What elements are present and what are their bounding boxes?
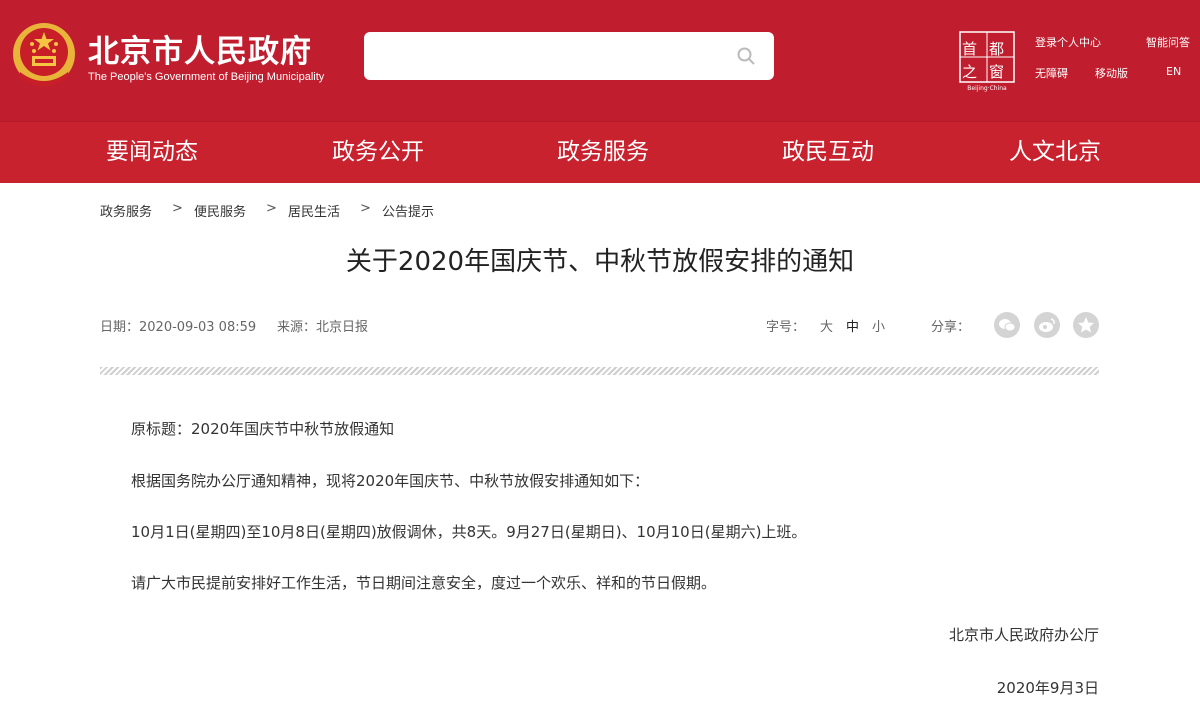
search-icon[interactable] bbox=[736, 46, 756, 66]
site-subtitle: The People's Government of Beijing Munic… bbox=[88, 71, 325, 83]
accessibility-link[interactable]: 无障碍 bbox=[1035, 65, 1068, 81]
mobile-version-link[interactable]: 移动版 bbox=[1095, 65, 1128, 81]
breadcrumb-item[interactable]: 政务服务 bbox=[100, 201, 152, 220]
breadcrumb-separator: > bbox=[172, 201, 183, 216]
paragraph-original-title: 原标题：2020年国庆节中秋节放假通知 bbox=[131, 420, 395, 438]
article-title: 关于2020年国庆节、中秋节放假安排的通知 bbox=[345, 247, 855, 277]
capital-logo-char: 窗 bbox=[989, 63, 1005, 81]
paragraph-intro: 根据国务院办公厅通知精神，现将2020年国庆节、中秋节放假安排通知如下： bbox=[131, 472, 650, 490]
search-input[interactable] bbox=[364, 32, 774, 80]
paragraph-reminder: 请广大市民提前安排好工作生活，节日期间注意安全，度过一个欢乐、祥和的节日假期。 bbox=[131, 574, 717, 592]
paragraph-schedule: 10月1日(星期四)至10月8日(星期四)放假调休，共8天。9月27日(星期日)… bbox=[131, 523, 807, 541]
nav-item-news[interactable]: 要闻动态 bbox=[62, 122, 242, 183]
signature-date: 2020年9月3日 bbox=[996, 679, 1099, 697]
font-size-large-button[interactable]: 大 bbox=[820, 316, 833, 335]
capital-logo-char: 之 bbox=[962, 63, 978, 81]
font-size-medium-button[interactable]: 中 bbox=[846, 316, 859, 335]
login-link[interactable]: 登录个人中心 bbox=[1035, 34, 1101, 50]
breadcrumb-item[interactable]: 公告提示 bbox=[382, 201, 434, 220]
nav-item-gov-affairs[interactable]: 政务公开 bbox=[288, 122, 468, 183]
wechat-icon[interactable] bbox=[994, 312, 1020, 338]
site-title[interactable]: 北京市人民政府 bbox=[88, 26, 312, 71]
breadcrumb-item[interactable]: 便民服务 bbox=[194, 201, 246, 220]
capital-logo-char: 首 bbox=[962, 40, 978, 58]
article-date: 日期：2020-09-03 08:59 bbox=[100, 320, 257, 335]
capital-logo-caption: Beijing·China bbox=[967, 85, 1007, 92]
content-divider bbox=[100, 367, 1099, 375]
breadcrumb-separator: > bbox=[266, 201, 277, 216]
breadcrumb-item[interactable]: 居民生活 bbox=[288, 201, 340, 220]
nav-item-gov-services[interactable]: 政务服务 bbox=[513, 122, 693, 183]
signature-office: 北京市人民政府办公厅 bbox=[948, 626, 1099, 644]
national-emblem-icon[interactable] bbox=[10, 20, 78, 90]
breadcrumb-separator: > bbox=[360, 201, 371, 216]
share-label: 分享： bbox=[931, 320, 971, 335]
article-source: 来源：北京日报 bbox=[277, 320, 369, 335]
site-header: 北京市人民政府 The People's Government of Beiji… bbox=[0, 0, 1200, 121]
nav-item-culture[interactable]: 人文北京 bbox=[965, 122, 1145, 183]
favorite-icon[interactable] bbox=[1073, 312, 1099, 338]
font-size-label: 字号： bbox=[766, 320, 806, 335]
smart-qa-link[interactable]: 智能问答 bbox=[1146, 34, 1190, 50]
nav-item-interaction[interactable]: 政民互动 bbox=[738, 122, 918, 183]
weibo-icon[interactable] bbox=[1034, 312, 1060, 338]
english-link[interactable]: EN bbox=[1166, 65, 1181, 78]
font-size-small-button[interactable]: 小 bbox=[872, 316, 885, 335]
main-nav: 要闻动态 政务公开 政务服务 政民互动 人文北京 bbox=[0, 121, 1200, 183]
capital-logo-char: 都 bbox=[989, 40, 1005, 58]
